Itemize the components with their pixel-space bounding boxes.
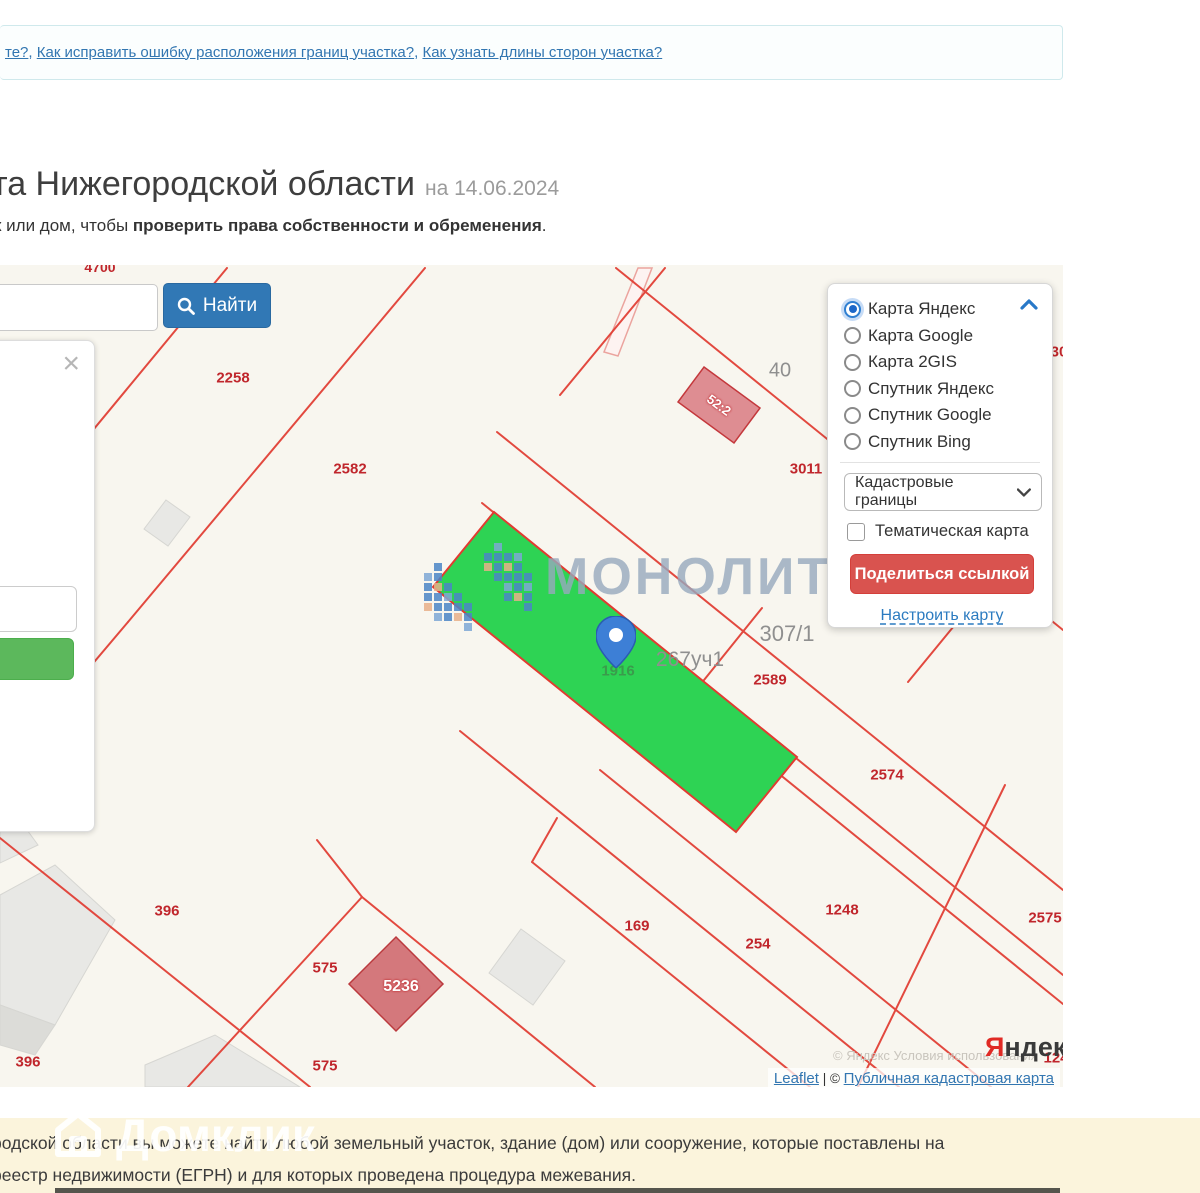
panel-input[interactable] (0, 586, 77, 632)
close-icon[interactable]: × (62, 349, 80, 379)
radio-icon[interactable] (844, 327, 861, 345)
thematic-map-checkbox[interactable] (847, 522, 865, 541)
base-layer-option-3[interactable]: Спутник Яндекс (844, 376, 1040, 403)
help-links-bar: те?, Как исправить ошибку расположения г… (0, 25, 1063, 80)
bottom-dark-strip (55, 1188, 1060, 1193)
thematic-map-checkbox-row[interactable]: Тематическая карта (847, 522, 1040, 541)
yandex-logo: Яндекс (985, 1032, 1063, 1062)
base-layer-label: Карта Яндекс (868, 299, 976, 319)
search-icon (177, 297, 195, 315)
map-attribution: Leaflet | © Публичная кадастровая карта (767, 1068, 1060, 1087)
help-link-1[interactable]: Как исправить ошибку расположения границ… (37, 44, 414, 61)
base-layer-label: Спутник Google (868, 405, 992, 425)
pkk-link[interactable]: Публичная кадастровая карта (844, 1070, 1054, 1087)
radio-icon[interactable] (844, 406, 861, 424)
search-input[interactable] (0, 284, 158, 331)
parcel-info-panel: × ая д 267, уч оферты даю мя (0, 340, 95, 832)
search-button[interactable]: Найти (163, 283, 271, 328)
chevron-up-icon[interactable] (1020, 298, 1038, 310)
map-pin-icon[interactable] (596, 616, 636, 668)
layers-panel: Карта Яндекс Карта Google Карта 2GIS Спутни… (827, 283, 1053, 628)
base-layer-option-4[interactable]: Спутник Google (844, 402, 1040, 429)
page-title: та Нижегородской области на 14.06.2024 (0, 165, 559, 204)
base-layer-option-5[interactable]: Спутник Bing (844, 429, 1040, 456)
base-layer-option-2[interactable]: Карта 2GIS (844, 349, 1040, 376)
thematic-map-label: Тематическая карта (875, 522, 1029, 540)
base-layer-option-1[interactable]: Карта Google (844, 323, 1040, 350)
leaflet-link[interactable]: Leaflet (774, 1070, 819, 1087)
overlay-select[interactable]: Кадастровые границы (844, 473, 1042, 511)
base-layer-label: Спутник Bing (868, 431, 971, 451)
page: те?, Как исправить ошибку расположения г… (0, 0, 1200, 1193)
base-layer-list: Карта Яндекс Карта Google Карта 2GIS Спутни… (844, 296, 1040, 455)
help-link-0[interactable]: те? (5, 44, 28, 61)
page-subtitle: к или дом, чтобы проверить права собстве… (0, 216, 547, 235)
footer-line-2: реестр недвижимости (ЕГРН) и для которых… (0, 1165, 636, 1185)
footer-info-bar: родской области вы можете найти любой зе… (0, 1118, 1200, 1193)
panel-green-button[interactable] (0, 638, 74, 680)
base-layer-label: Спутник Яндекс (868, 378, 994, 398)
help-links: те?, Как исправить ошибку расположения г… (5, 43, 663, 61)
base-layer-label: Карта Google (868, 325, 974, 345)
radio-icon[interactable] (844, 433, 861, 451)
base-layer-label: Карта 2GIS (868, 352, 957, 372)
radio-icon[interactable] (844, 380, 861, 398)
help-link-2[interactable]: Как узнать длины сторон участка? (422, 44, 662, 61)
chevron-down-icon (1017, 487, 1031, 497)
radio-icon[interactable] (844, 300, 861, 318)
share-link-button[interactable]: Поделиться ссылкой (850, 554, 1034, 594)
search-button-label: Найти (202, 294, 258, 316)
page-title-date: на 14.06.2024 (425, 177, 560, 200)
radio-icon[interactable] (844, 353, 861, 371)
overlay-select-value: Кадастровые границы (855, 474, 954, 509)
base-layer-option-0[interactable]: Карта Яндекс (844, 296, 1040, 323)
configure-map-link[interactable]: Настроить карту (844, 607, 1040, 625)
footer-line-1: родской области вы можете найти любой зе… (0, 1133, 945, 1153)
page-title-text: та Нижегородской области (0, 165, 415, 203)
divider (840, 462, 1040, 463)
